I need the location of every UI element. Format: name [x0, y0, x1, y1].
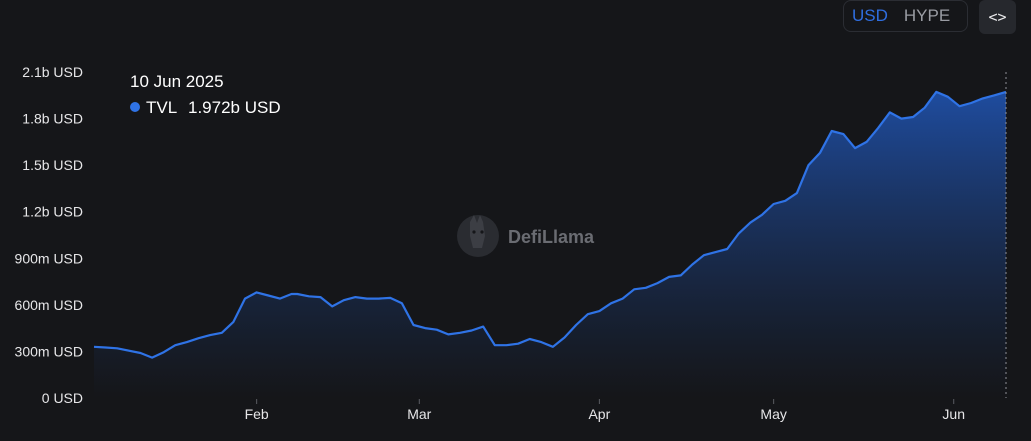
y-tick-label: 2.1b USD: [22, 64, 83, 80]
y-tick-label: 300m USD: [15, 343, 83, 359]
x-tick-label: Mar: [407, 406, 431, 422]
x-tick-label: Feb: [245, 406, 269, 422]
y-tick-label: 0 USD: [42, 390, 83, 406]
llama-logo-icon: [457, 215, 499, 257]
x-tick-label: May: [760, 406, 786, 422]
y-tick-label: 1.2b USD: [22, 204, 83, 220]
x-axis: Feb Mar Apr May Jun: [245, 399, 965, 422]
y-axis: 0 USD 300m USD 600m USD 900m USD 1.2b USD 1.5…: [15, 64, 83, 406]
y-tick-label: 900m USD: [15, 250, 83, 266]
x-tick-label: Apr: [588, 406, 610, 422]
watermark-text: DefiLlama: [508, 227, 595, 247]
tooltip-value: 1.972b USD: [188, 98, 281, 117]
chart-container: USD HYPE <> DefiLlama 0 USD 300m USD 600m …: [0, 0, 1031, 441]
x-tick-label: Jun: [942, 406, 965, 422]
tooltip-series-marker: [130, 102, 140, 112]
tooltip: 10 Jun 2025 TVL 1.972b USD: [130, 72, 281, 117]
y-tick-label: 1.8b USD: [22, 111, 83, 127]
tooltip-series-name: TVL: [146, 98, 177, 117]
tvl-area-chart[interactable]: DefiLlama 0 USD 300m USD 600m USD 900m USD 1…: [0, 0, 1031, 441]
tooltip-date: 10 Jun 2025: [130, 72, 224, 91]
y-tick-label: 1.5b USD: [22, 157, 83, 173]
defillama-watermark: DefiLlama: [457, 215, 595, 257]
y-tick-label: 600m USD: [15, 297, 83, 313]
